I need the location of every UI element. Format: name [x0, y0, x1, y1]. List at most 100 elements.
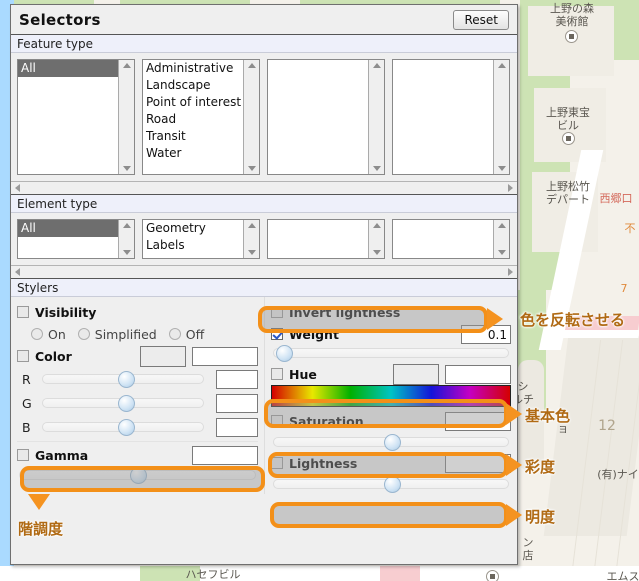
scroll-down-icon[interactable]	[497, 250, 506, 255]
element-type-lists[interactable]: All Geometry Labels	[11, 213, 517, 265]
scrollbar-vertical[interactable]	[368, 60, 384, 174]
scroll-up-icon[interactable]	[497, 223, 506, 228]
b-value-input[interactable]	[216, 417, 258, 437]
slider-knob[interactable]	[130, 467, 148, 484]
scroll-up-icon[interactable]	[372, 63, 381, 68]
saturation-checkbox[interactable]	[271, 415, 283, 427]
feature-type-lists[interactable]: All Administrative Landscape Point of in…	[11, 53, 517, 181]
color-channel-g[interactable]: G	[17, 391, 258, 415]
slider-knob[interactable]	[118, 395, 136, 412]
gamma-slider[interactable]	[19, 467, 256, 484]
b-slider[interactable]	[42, 419, 204, 436]
r-value-input[interactable]	[216, 369, 258, 389]
saturation-row[interactable]: Saturation	[271, 410, 511, 432]
scrollbar-vertical[interactable]	[118, 220, 134, 258]
element-type-list-2[interactable]: Geometry Labels	[142, 219, 260, 259]
list-item[interactable]: Administrative	[143, 60, 243, 77]
hue-value-input[interactable]	[445, 364, 511, 384]
radio-icon[interactable]	[31, 328, 43, 340]
g-value-input[interactable]	[216, 393, 258, 413]
color-value-input[interactable]	[192, 346, 258, 366]
feature-type-hscrollbar[interactable]	[11, 181, 517, 195]
element-type-list-3[interactable]	[267, 219, 385, 259]
visibility-row[interactable]: Visibility	[17, 301, 258, 323]
scroll-left-icon[interactable]	[15, 184, 20, 192]
hue-swatch[interactable]	[393, 363, 439, 385]
scroll-up-icon[interactable]	[372, 223, 381, 228]
color-checkbox[interactable]	[17, 350, 29, 362]
element-type-list-4[interactable]	[392, 219, 510, 259]
hue-checkbox[interactable]	[271, 368, 283, 380]
scroll-down-icon[interactable]	[122, 250, 131, 255]
color-channel-b[interactable]: B	[17, 415, 258, 439]
weight-slider[interactable]	[273, 345, 509, 362]
scroll-down-icon[interactable]	[247, 250, 256, 255]
feature-type-list-4[interactable]	[392, 59, 510, 175]
scrollbar-vertical[interactable]	[243, 60, 259, 174]
saturation-slider[interactable]	[273, 434, 509, 451]
scrollbar-vertical[interactable]	[118, 60, 134, 174]
radio-icon[interactable]	[77, 328, 90, 340]
list-item[interactable]: Road	[143, 111, 243, 128]
r-slider[interactable]	[42, 371, 204, 388]
gamma-value-input[interactable]	[192, 445, 258, 465]
reset-button[interactable]: Reset	[453, 9, 509, 30]
weight-row[interactable]: Weight 0.1	[271, 323, 511, 345]
scroll-up-icon[interactable]	[122, 223, 131, 228]
scroll-down-icon[interactable]	[122, 166, 131, 171]
list-item[interactable]: All	[18, 220, 118, 237]
list-item[interactable]: Transit	[143, 128, 243, 145]
scrollbar-vertical[interactable]	[493, 220, 509, 258]
radio-icon[interactable]	[168, 328, 181, 340]
hue-gradient-slider[interactable]	[271, 385, 511, 407]
scroll-right-icon[interactable]	[508, 268, 513, 276]
visibility-option-simplified[interactable]: Simplified	[77, 327, 157, 342]
gamma-row[interactable]: Gamma	[17, 444, 258, 466]
slider-knob[interactable]	[276, 345, 294, 362]
scroll-up-icon[interactable]	[497, 63, 506, 68]
slider-knob[interactable]	[383, 476, 401, 493]
invert-lightness-row[interactable]: Invert lightness	[271, 301, 511, 323]
slider-knob[interactable]	[118, 371, 136, 388]
slider-knob[interactable]	[383, 434, 401, 451]
element-type-hscrollbar[interactable]	[11, 265, 517, 279]
lightness-slider[interactable]	[273, 476, 509, 493]
element-type-list-1[interactable]: All	[17, 219, 135, 259]
list-item[interactable]: Water	[143, 145, 243, 162]
gamma-checkbox[interactable]	[17, 449, 29, 461]
slider-knob[interactable]	[118, 419, 136, 436]
feature-type-list-3[interactable]	[267, 59, 385, 175]
feature-type-list-1[interactable]: All	[17, 59, 135, 175]
scroll-down-icon[interactable]	[372, 166, 381, 171]
scrollbar-vertical[interactable]	[243, 220, 259, 258]
list-item[interactable]: Landscape	[143, 77, 243, 94]
weight-value-input[interactable]: 0.1	[461, 324, 511, 344]
scroll-left-icon[interactable]	[15, 268, 20, 276]
weight-checkbox[interactable]	[271, 328, 283, 340]
scroll-up-icon[interactable]	[122, 63, 131, 68]
list-item[interactable]: Labels	[143, 237, 243, 254]
scroll-right-icon[interactable]	[508, 184, 513, 192]
lightness-value-input[interactable]	[445, 453, 511, 473]
visibility-option-off[interactable]: Off	[168, 327, 204, 342]
scroll-up-icon[interactable]	[247, 223, 256, 228]
hue-row[interactable]: Hue	[271, 363, 511, 385]
visibility-option-on[interactable]: On	[31, 327, 66, 342]
invert-lightness-checkbox[interactable]	[271, 306, 283, 318]
scrollbar-vertical[interactable]	[368, 220, 384, 258]
scrollbar-vertical[interactable]	[493, 60, 509, 174]
visibility-checkbox[interactable]	[17, 306, 29, 318]
g-slider[interactable]	[42, 395, 204, 412]
scroll-down-icon[interactable]	[497, 166, 506, 171]
feature-type-list-2[interactable]: Administrative Landscape Point of intere…	[142, 59, 260, 175]
lightness-checkbox[interactable]	[271, 457, 283, 469]
color-row[interactable]: Color	[17, 345, 258, 367]
color-channel-r[interactable]: R	[17, 367, 258, 391]
scroll-down-icon[interactable]	[372, 250, 381, 255]
list-item[interactable]: Geometry	[143, 220, 243, 237]
saturation-value-input[interactable]	[445, 411, 511, 431]
list-item[interactable]: Point of interest	[143, 94, 243, 111]
lightness-row[interactable]: Lightness	[271, 452, 511, 474]
color-swatch[interactable]	[140, 345, 186, 367]
scroll-up-icon[interactable]	[247, 63, 256, 68]
